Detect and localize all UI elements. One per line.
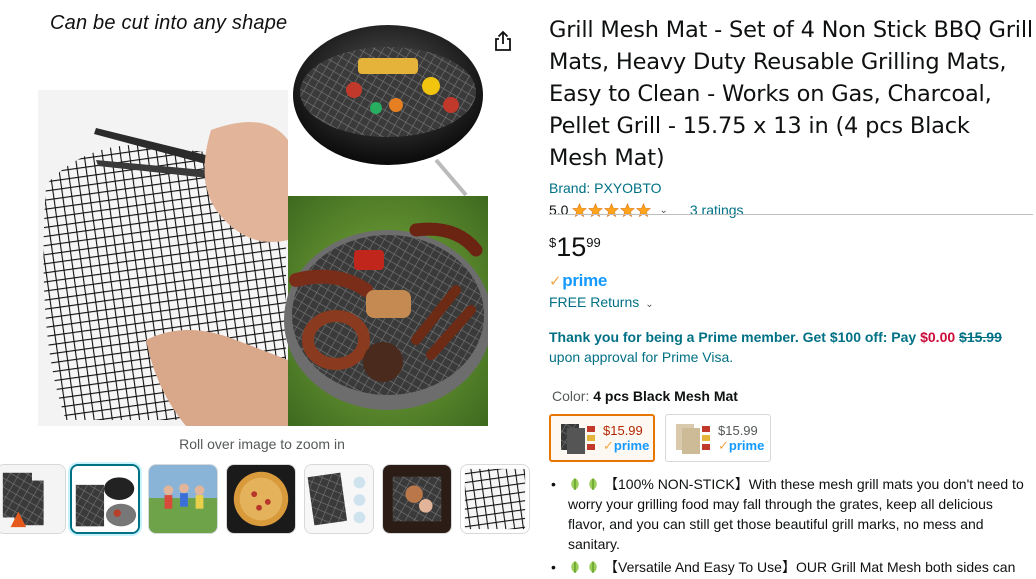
feature-bullet-text: 【100% NON-STICK】With these mesh grill ma… xyxy=(568,476,1024,552)
star-rating[interactable] xyxy=(572,202,652,218)
thumbnail-strip xyxy=(0,464,536,536)
star-icon xyxy=(588,202,604,217)
product-info: Grill Mesh Mat - Set of 4 Non Stick BBQ … xyxy=(549,14,1033,220)
feature-bullet-text: 【Versatile And Easy To Use】OUR Grill Mat… xyxy=(604,559,1016,575)
color-swatch-black[interactable]: $15.99 ✓prime xyxy=(549,414,655,462)
leaf-icon xyxy=(571,478,579,490)
swatch-price: $15.99 xyxy=(718,422,758,438)
thumbnail-3[interactable] xyxy=(148,464,218,534)
brand-link[interactable]: Brand: PXYOBTO xyxy=(549,180,1033,196)
star-icon xyxy=(604,202,620,217)
star-icon xyxy=(620,202,636,217)
leaf-icon xyxy=(589,561,597,573)
thumbnail-7[interactable] xyxy=(460,464,530,534)
leaf-icon xyxy=(589,478,597,490)
rating-value: 5.0 xyxy=(549,202,569,218)
thumbnail-2[interactable] xyxy=(70,464,140,534)
chevron-down-icon: ⌄ xyxy=(645,299,654,310)
promo-pay-amount: $0.00 xyxy=(920,329,956,345)
section-divider xyxy=(549,214,1033,215)
thumbnail-6[interactable] xyxy=(382,464,452,534)
color-swatch-tan[interactable]: $15.99 ✓prime xyxy=(665,414,771,462)
prime-badge[interactable]: ✓ prime xyxy=(549,271,607,291)
product-title: Grill Mesh Mat - Set of 4 Non Stick BBQ … xyxy=(549,17,1033,171)
color-selected-value: 4 pcs Black Mesh Mat xyxy=(593,388,738,404)
swatch-image-black xyxy=(561,424,595,454)
swatch-prime: ✓prime xyxy=(603,437,650,453)
prime-label: prime xyxy=(562,271,608,290)
free-returns-label: FREE Returns xyxy=(549,294,640,310)
price-whole: 15 xyxy=(556,232,587,262)
swatch-price: $15.99 xyxy=(603,422,643,438)
prime-visa-promo[interactable]: Thank you for being a Prime member. Get … xyxy=(549,327,1033,367)
color-label-text: Color: xyxy=(552,388,594,404)
swatch-prime: ✓prime xyxy=(718,437,765,453)
star-icon xyxy=(636,202,652,217)
thumbnail-1[interactable] xyxy=(0,464,66,534)
star-icon xyxy=(572,202,588,217)
swatch-image-tan xyxy=(676,424,710,454)
thumbnail-4[interactable] xyxy=(226,464,296,534)
leaf-icon xyxy=(571,561,579,573)
feature-bullets: 【100% NON-STICK】With these mesh grill ma… xyxy=(549,474,1033,579)
rating-row: 5.0 ⌄ 3 ratings xyxy=(549,200,1033,220)
image-caption: Can be cut into any shape xyxy=(50,12,288,34)
prime-check-icon: ✓ xyxy=(549,273,562,290)
promo-strike-amount: $15.99 xyxy=(959,329,1002,345)
feature-bullet: 【Versatile And Easy To Use】OUR Grill Mat… xyxy=(549,557,1033,577)
free-returns-link[interactable]: FREE Returns ⌄ xyxy=(549,294,654,310)
main-product-image[interactable] xyxy=(36,10,492,430)
price-symbol: $ xyxy=(549,235,557,250)
share-icon[interactable] xyxy=(492,30,514,52)
promo-lead: Thank you for being a Prime member. Get … xyxy=(549,329,921,345)
feature-bullet: 【100% NON-STICK】With these mesh grill ma… xyxy=(549,474,1033,554)
promo-sub: upon approval for Prime Visa. xyxy=(549,349,734,365)
ratings-count-link[interactable]: 3 ratings xyxy=(690,202,744,218)
zoom-hint: Roll over image to zoom in xyxy=(179,436,345,452)
price-fraction: 99 xyxy=(586,235,601,250)
color-label: Color: 4 pcs Black Mesh Mat xyxy=(552,388,738,404)
thumbnail-5[interactable] xyxy=(304,464,374,534)
price: $ 15 99 xyxy=(549,232,601,262)
